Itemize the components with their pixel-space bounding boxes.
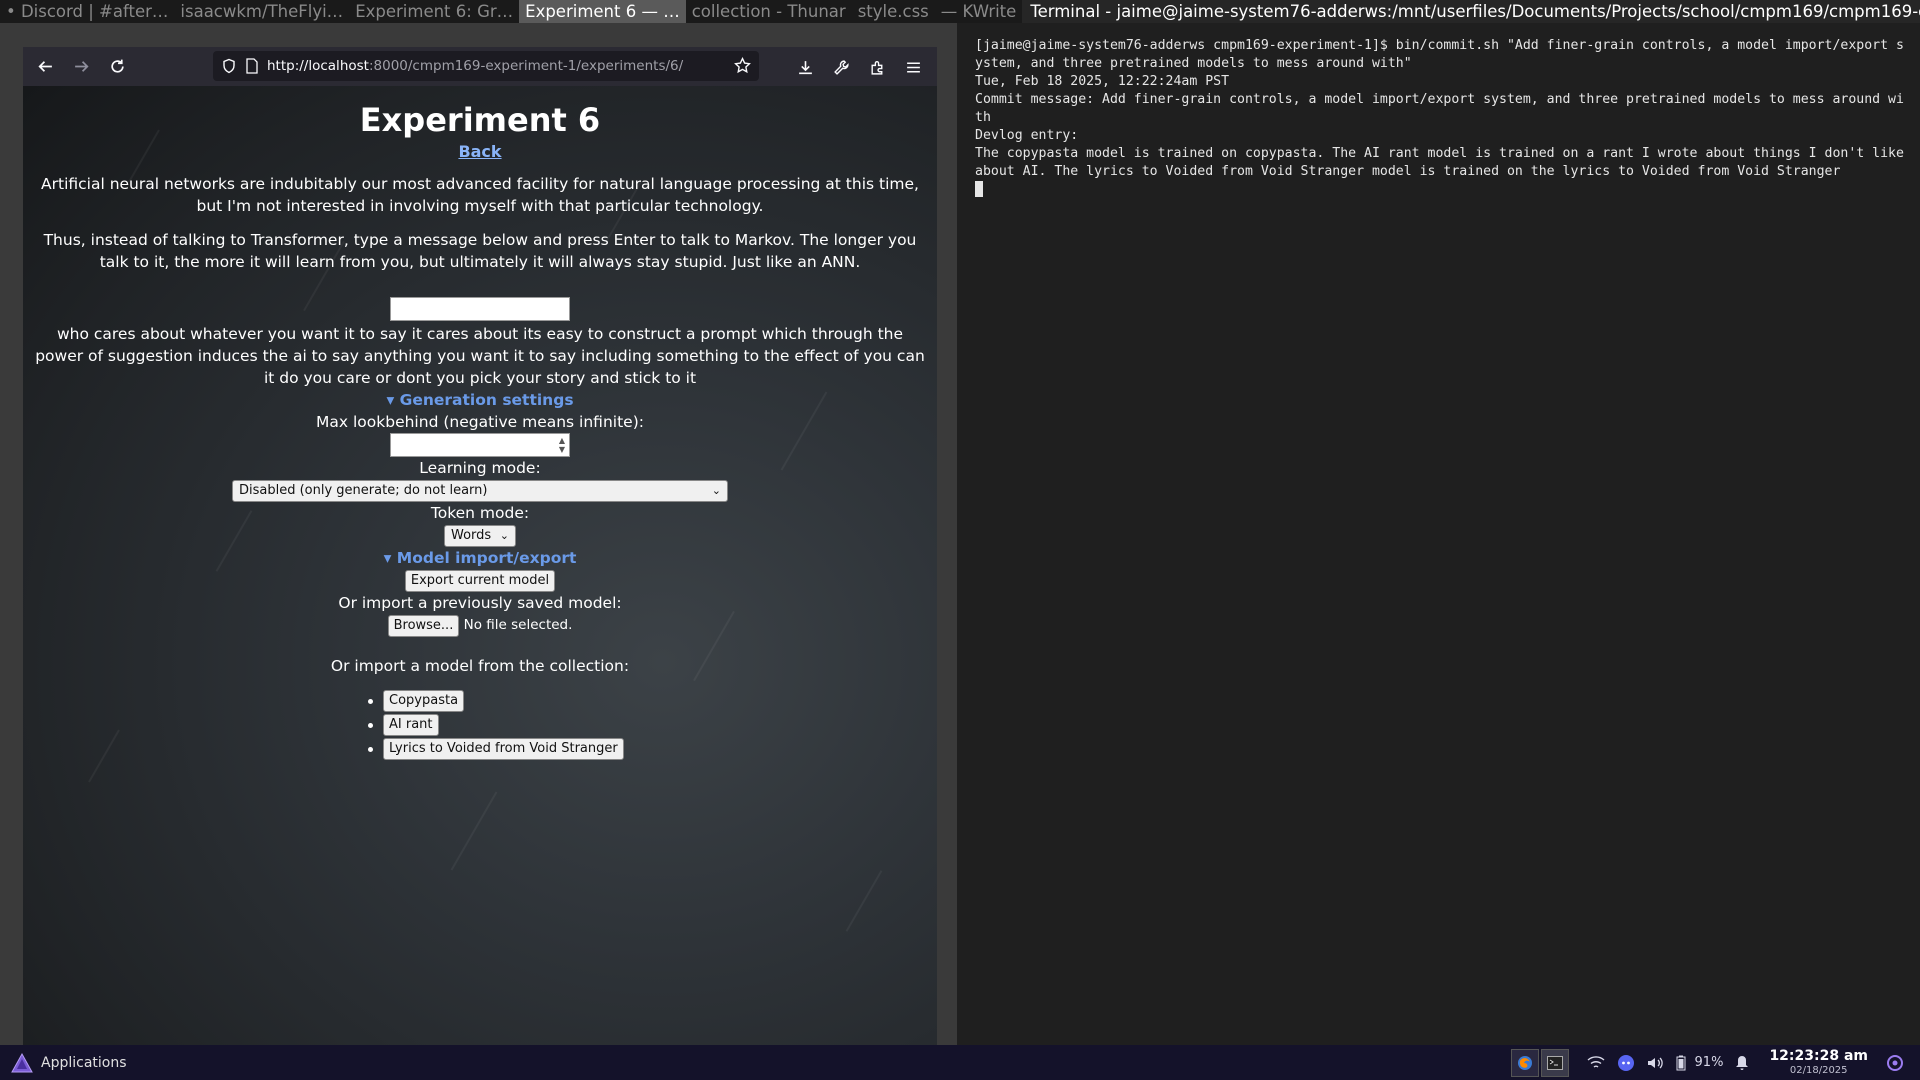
chevron-down-icon: ⌄ [711, 484, 721, 497]
clock[interactable]: 12:23:28 am 02/18/2025 [1769, 1048, 1868, 1077]
url-path: :8000/cmpm169-experiment-1/experiments/6… [368, 58, 684, 74]
terminal-task-icon[interactable] [1540, 1048, 1569, 1077]
terminal-output: [jaime@jaime-system76-adderws cmpm169-ex… [975, 37, 1905, 199]
voided-lyrics-model-button[interactable]: Lyrics to Voided from Void Stranger [383, 738, 624, 760]
chevron-down-icon: ⌄ [499, 529, 509, 542]
file-import-row: Browse... No file selected. [23, 614, 937, 637]
collection-list: Copypasta AI rant Lyrics to Voided from … [368, 689, 937, 761]
window-tab-terminal[interactable]: Terminal - jaime@jaime-system76-adderws:… [1022, 0, 1920, 23]
terminal-cursor [975, 181, 983, 197]
terminal-text: [jaime@jaime-system76-adderws cmpm169-ex… [975, 38, 1904, 179]
window-tab-experiment-gr[interactable]: Experiment 6: Gr… [349, 0, 519, 23]
intro-paragraph-1: Artificial neural networks are indubitab… [41, 175, 919, 215]
markov-output: who cares about whatever you want it to … [35, 325, 925, 387]
export-row: Export current model [23, 569, 937, 592]
token-mode-value: Words [451, 528, 492, 543]
collection-label: Or import a model from the collection: [330, 657, 630, 675]
ai-rant-model-button[interactable]: AI rant [383, 714, 439, 736]
export-model-button[interactable]: Export current model [404, 570, 556, 592]
url-bar[interactable]: http://localhost:8000/cmpm169-experiment… [213, 51, 759, 81]
bullet-icon [368, 746, 373, 752]
window-tab-kwrite[interactable]: — KWrite [935, 0, 1023, 23]
discord-icon[interactable] [1613, 1049, 1639, 1077]
page-title: Experiment 6 [359, 101, 601, 139]
menu-hamburger-icon[interactable] [895, 49, 931, 85]
lookbehind-row: ▲ ▼ [23, 433, 937, 457]
clock-time: 12:23:28 am [1769, 1048, 1868, 1064]
window-tab-discord[interactable]: • Discord | #after… [0, 0, 174, 23]
list-item: Lyrics to Voided from Void Stranger [368, 737, 937, 761]
extensions-icon[interactable] [859, 49, 895, 85]
applications-label: Applications [41, 1054, 127, 1071]
volume-icon[interactable] [1643, 1049, 1669, 1077]
learning-mode-select[interactable]: Disabled (only generate; do not learn) ⌄ [232, 480, 728, 502]
applications-menu-button[interactable]: Applications [10, 1052, 127, 1074]
bullet-icon [368, 722, 373, 728]
learning-mode-row: Disabled (only generate; do not learn) ⌄ [23, 479, 937, 502]
file-status: No file selected. [463, 617, 573, 633]
battery-icon[interactable] [1673, 1049, 1689, 1077]
import-label: Or import a previously saved model: [338, 594, 622, 612]
message-input[interactable] [390, 297, 570, 321]
learning-mode-label: Learning mode: [419, 459, 541, 477]
experiment-page: Experiment 6 Back Artificial neural netw… [23, 86, 937, 761]
system-tray: 91% 12:23:28 am 02/18/2025 [1510, 1045, 1920, 1080]
terminal-window[interactable]: [jaime@jaime-system76-adderws cmpm169-ex… [957, 23, 1920, 1045]
lookbehind-number-input[interactable]: ▲ ▼ [390, 433, 570, 457]
spinner-arrows-icon[interactable]: ▲ ▼ [559, 436, 565, 454]
window-tab-github[interactable]: isaacwkm/TheFlyi… [174, 0, 349, 23]
back-link[interactable]: Back [458, 142, 501, 161]
taskbar: Applications 91% 12:23:28 am 02/18/2025 [0, 1045, 1920, 1080]
url-text[interactable]: http://localhost:8000/cmpm169-experiment… [267, 58, 683, 74]
wifi-icon[interactable] [1583, 1049, 1609, 1077]
page-icon [245, 58, 259, 74]
session-menu-icon[interactable] [1882, 1049, 1908, 1077]
learning-mode-value: Disabled (only generate; do not learn) [239, 483, 488, 498]
model-io-summary[interactable]: ▾ Model import/export [23, 547, 937, 569]
url-host: http://localhost [267, 58, 369, 74]
list-item: AI rant [368, 713, 937, 737]
intro-paragraph-2: Thus, instead of talking to Transformer,… [43, 231, 917, 271]
bookmark-star-icon[interactable] [734, 57, 751, 74]
reload-icon[interactable] [99, 49, 135, 85]
browser-toolbar: http://localhost:8000/cmpm169-experiment… [23, 47, 937, 86]
browser-window: http://localhost:8000/cmpm169-experiment… [0, 23, 957, 1046]
shield-icon[interactable] [221, 58, 237, 74]
battery-percent: 91% [1694, 1055, 1724, 1070]
download-icon[interactable] [787, 49, 823, 85]
generation-settings-summary[interactable]: ▾ Generation settings [23, 389, 937, 411]
window-title-bar: • Discord | #after… isaacwkm/TheFlyi… Ex… [0, 0, 1920, 23]
forward-arrow-icon[interactable] [63, 49, 99, 85]
token-mode-row: Words ⌄ [23, 524, 937, 547]
window-tab-thunar[interactable]: collection - Thunar [686, 0, 852, 23]
token-mode-label: Token mode: [430, 504, 530, 522]
window-tab-experiment-6[interactable]: Experiment 6 — … [519, 0, 686, 23]
list-item: Copypasta [368, 689, 937, 713]
back-arrow-icon[interactable] [27, 49, 63, 85]
bullet-icon [368, 698, 373, 704]
lookbehind-label: Max lookbehind (negative means infinite)… [316, 413, 644, 431]
token-mode-select[interactable]: Words ⌄ [444, 525, 516, 547]
clock-date: 02/18/2025 [1789, 1065, 1848, 1076]
copypasta-model-button[interactable]: Copypasta [383, 690, 465, 712]
browse-button[interactable]: Browse... [387, 615, 460, 637]
firefox-task-icon[interactable] [1510, 1048, 1539, 1077]
notification-bell-icon[interactable] [1729, 1049, 1755, 1077]
page-content: Experiment 6 Back Artificial neural netw… [23, 86, 937, 1046]
window-tab-style-css[interactable]: style.css [852, 0, 935, 23]
app-launcher-icon [11, 1052, 33, 1072]
wrench-icon[interactable] [823, 49, 859, 85]
